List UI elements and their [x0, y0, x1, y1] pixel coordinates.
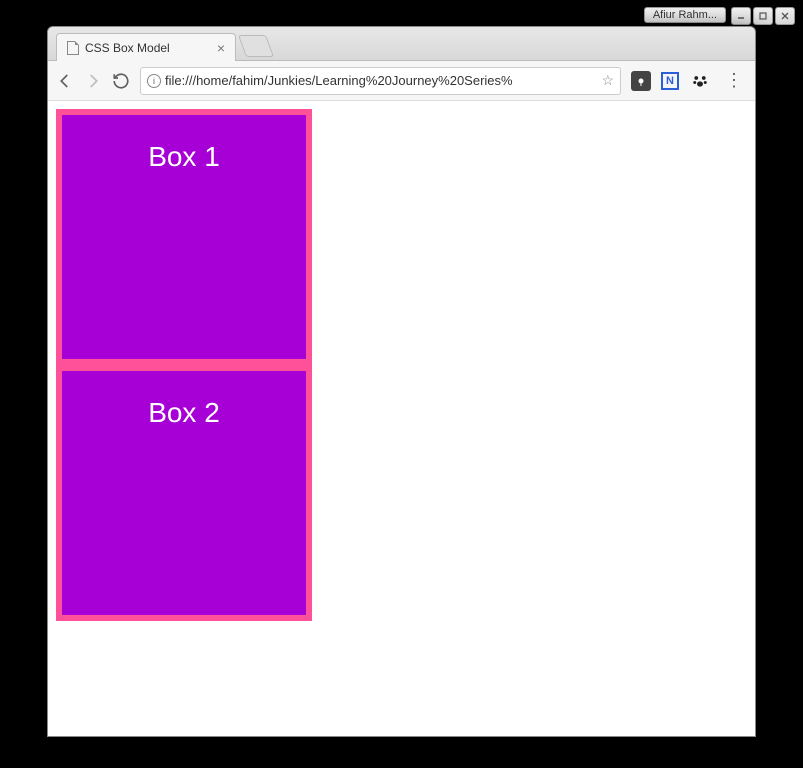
- page-viewport: Box 1 Box 2: [48, 101, 755, 736]
- box-2: Box 2: [56, 365, 312, 621]
- url-text: file:///home/fahim/Junkies/Learning%20Jo…: [165, 73, 597, 88]
- maximize-button[interactable]: [753, 7, 773, 25]
- tab-title: CSS Box Model: [85, 41, 170, 55]
- bookmark-star-icon[interactable]: ☆: [601, 72, 614, 89]
- new-tab-button[interactable]: [238, 35, 274, 57]
- browser-toolbar: i file:///home/fahim/Junkies/Learning%20…: [48, 61, 755, 101]
- window-controls: [731, 7, 795, 25]
- site-info-icon[interactable]: i: [147, 74, 161, 88]
- box-2-label: Box 2: [148, 397, 220, 428]
- extension-icon-3[interactable]: [689, 70, 711, 92]
- close-tab-icon[interactable]: ×: [217, 40, 225, 56]
- minimize-button[interactable]: [731, 7, 751, 25]
- close-window-button[interactable]: [775, 7, 795, 25]
- tab-strip: CSS Box Model ×: [48, 27, 755, 61]
- browser-window: CSS Box Model × i file:///home/fahim/Jun…: [47, 26, 756, 737]
- file-icon: [67, 41, 79, 55]
- reload-button[interactable]: [112, 72, 130, 90]
- extension-icon-1[interactable]: [631, 71, 651, 91]
- browser-tab[interactable]: CSS Box Model ×: [56, 33, 236, 61]
- box-1: Box 1: [56, 109, 312, 365]
- browser-menu-button[interactable]: ⋮: [721, 70, 747, 91]
- forward-button[interactable]: [84, 72, 102, 90]
- address-bar[interactable]: i file:///home/fahim/Junkies/Learning%20…: [140, 67, 621, 95]
- back-button[interactable]: [56, 72, 74, 90]
- window-user-label: Afiur Rahm...: [644, 7, 726, 23]
- extension-icon-2[interactable]: N: [661, 72, 679, 90]
- box-1-label: Box 1: [148, 141, 220, 172]
